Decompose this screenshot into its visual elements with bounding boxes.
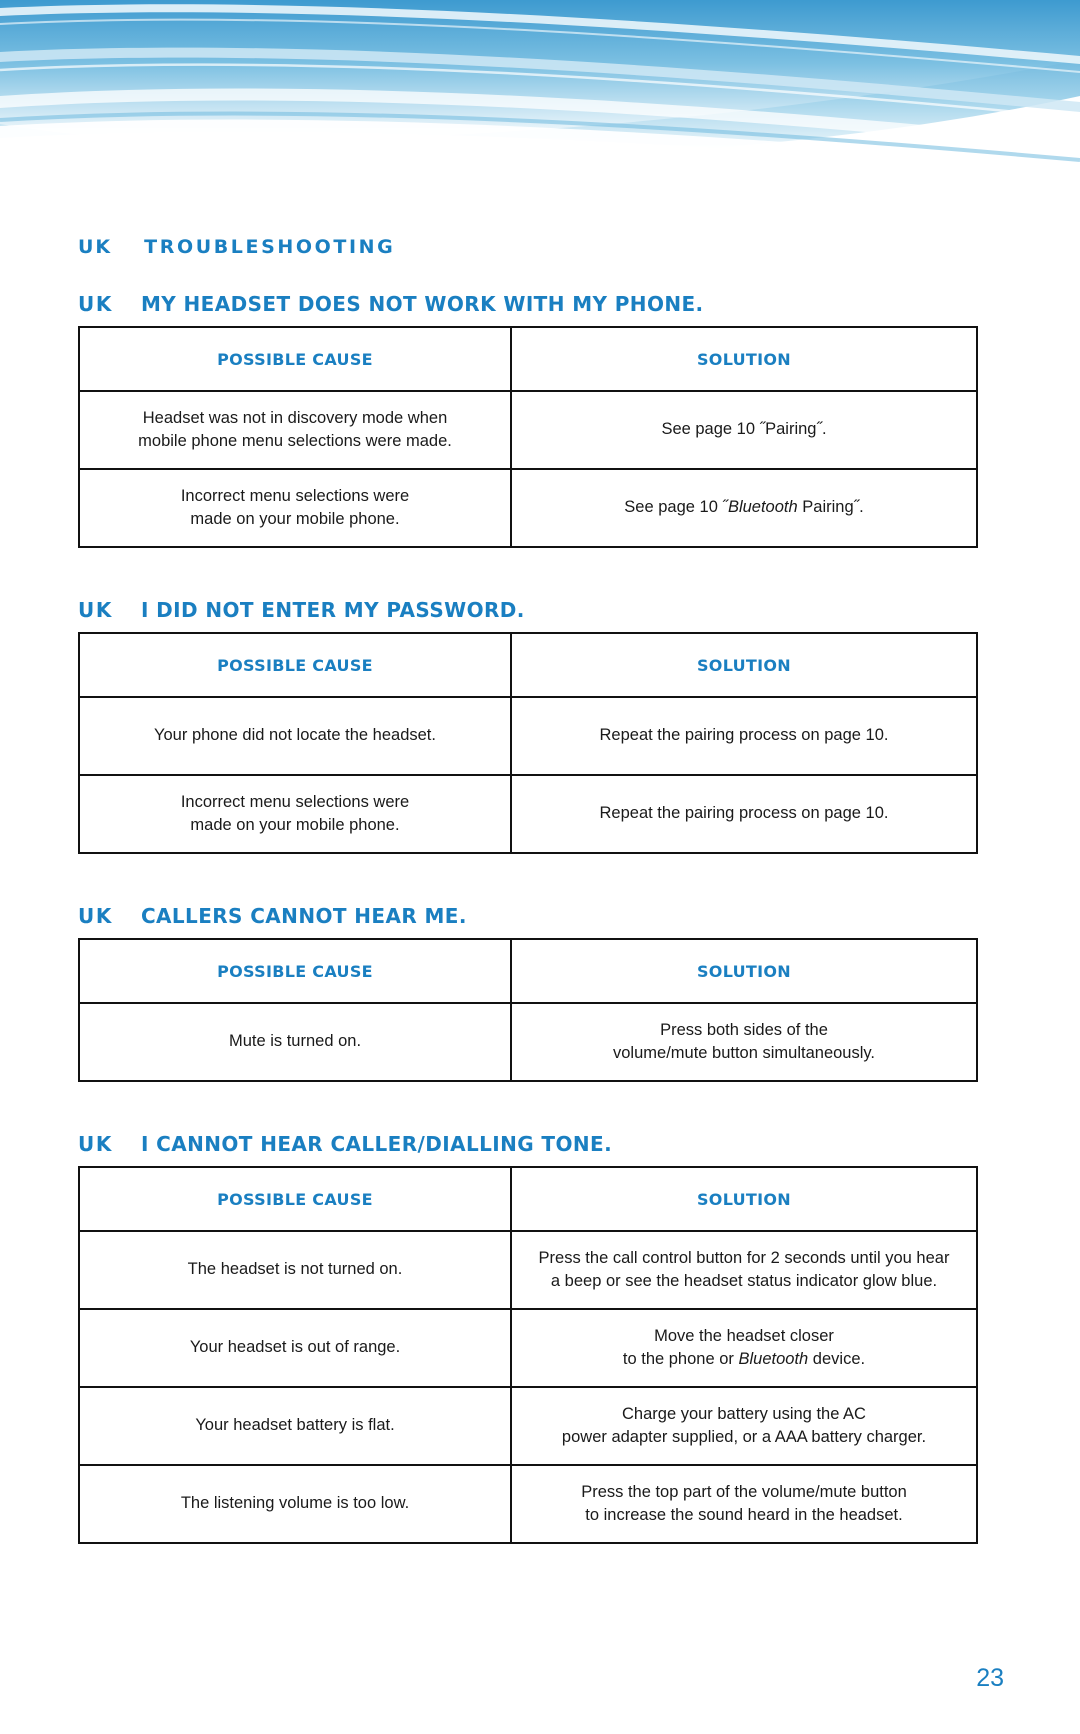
troubleshooting-table-1: POSSIBLE CAUSE SOLUTION Headset was not … [78,326,978,548]
solution-cell: Repeat the pairing process on page 10. [510,696,978,776]
cause-cell: The listening volume is too low. [78,1464,512,1544]
column-header-solution: SOLUTION [510,632,978,698]
table-header-row: POSSIBLE CAUSE SOLUTION [78,326,978,392]
section-title-text: MY HEADSET DOES NOT WORK WITH MY PHONE. [140,292,704,316]
bluetooth-wordmark: Bluetooth [738,1350,809,1368]
table-row: Your headset battery is flat. Charge you… [78,1386,978,1466]
cause-cell: Your phone did not locate the headset. [78,696,512,776]
cause-cell: Incorrect menu selections were made on yo… [78,774,512,854]
column-header-cause: POSSIBLE CAUSE [78,632,512,698]
locale-tag: UK [78,236,113,258]
column-header-solution: SOLUTION [510,1166,978,1232]
solution-cell: Charge your battery using the AC power ad… [510,1386,978,1466]
table-row: Headset was not in discovery mode when mo… [78,390,978,470]
section-title-text: CALLERS CANNOT HEAR ME. [140,904,467,928]
cause-cell: Your headset battery is flat. [78,1386,512,1466]
table-header-row: POSSIBLE CAUSE SOLUTION [78,1166,978,1232]
cause-cell: The headset is not turned on. [78,1230,512,1310]
section-title-text: I CANNOT HEAR CALLER/DIALLING TONE. [140,1132,613,1156]
solution-cell: Press the top part of the volume/mute bu… [510,1464,978,1544]
troubleshooting-table-2: POSSIBLE CAUSE SOLUTION Your phone did n… [78,632,978,854]
cause-cell: Incorrect menu selections were made on yo… [78,468,512,548]
solution-cell: Press the call control button for 2 seco… [510,1230,978,1310]
cause-cell: Mute is turned on. [78,1002,512,1082]
section-heading-cannot-hear-caller: UK I CANNOT HEAR CALLER/DIALLING TONE. [78,1132,1002,1156]
page-title-text: TROUBLESHOOTING [144,236,396,258]
solution-cell: Move the headset closer to the phone or B… [510,1308,978,1388]
troubleshooting-content: UK TROUBLESHOOTING UK MY HEADSET DOES NO… [78,236,1002,1544]
column-header-cause: POSSIBLE CAUSE [78,326,512,392]
troubleshooting-table-3: POSSIBLE CAUSE SOLUTION Mute is turned o… [78,938,978,1082]
cause-cell: Headset was not in discovery mode when mo… [78,390,512,470]
section-heading-password: UK I DID NOT ENTER MY PASSWORD. [78,598,1002,622]
table-row: Incorrect menu selections were made on yo… [78,468,978,548]
page-number: 23 [976,1664,1004,1692]
locale-tag: UK [78,598,113,622]
section-heading-headset-not-working: UK MY HEADSET DOES NOT WORK WITH MY PHON… [78,292,1002,316]
column-header-cause: POSSIBLE CAUSE [78,1166,512,1232]
column-header-cause: POSSIBLE CAUSE [78,938,512,1004]
page-title: UK TROUBLESHOOTING [78,236,1002,258]
table-row: Incorrect menu selections were made on yo… [78,774,978,854]
table-row: The headset is not turned on. Press the … [78,1230,978,1310]
solution-cell: Press both sides of the volume/mute butto… [510,1002,978,1082]
table-row: Your headset is out of range. Move the h… [78,1308,978,1388]
solution-cell: Repeat the pairing process on page 10. [510,774,978,854]
section-title-text: I DID NOT ENTER MY PASSWORD. [140,598,525,622]
bluetooth-wordmark: Bluetooth [727,498,798,517]
table-row: Your phone did not locate the headset. R… [78,696,978,776]
table-row: The listening volume is too low. Press t… [78,1464,978,1544]
solution-cell: See page 10 ˝Bluetooth Pairing˝. [510,468,978,548]
cause-cell: Your headset is out of range. [78,1308,512,1388]
table-header-row: POSSIBLE CAUSE SOLUTION [78,632,978,698]
locale-tag: UK [78,1132,113,1156]
table-row: Mute is turned on. Press both sides of t… [78,1002,978,1082]
table-header-row: POSSIBLE CAUSE SOLUTION [78,938,978,1004]
header-banner-decoration [0,0,1080,172]
document-page: UK TROUBLESHOOTING UK MY HEADSET DOES NO… [0,0,1080,1734]
troubleshooting-table-4: POSSIBLE CAUSE SOLUTION The headset is n… [78,1166,978,1544]
column-header-solution: SOLUTION [510,326,978,392]
locale-tag: UK [78,904,113,928]
solution-cell: See page 10 ˝Pairing˝. [510,390,978,470]
section-heading-callers-cannot-hear: UK CALLERS CANNOT HEAR ME. [78,904,1002,928]
column-header-solution: SOLUTION [510,938,978,1004]
locale-tag: UK [78,292,113,316]
